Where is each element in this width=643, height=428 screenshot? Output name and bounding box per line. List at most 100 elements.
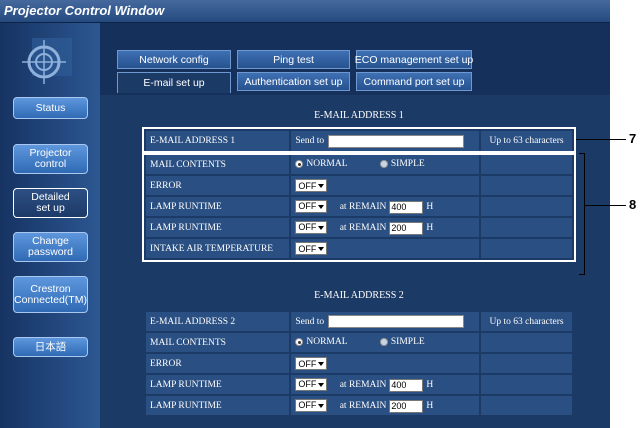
sidebar: Status Projector control Detailed set up…	[0, 23, 100, 428]
at-remain-label: at REMAIN	[339, 380, 387, 390]
callout-8-line	[585, 205, 626, 206]
dropdown-arrow-icon	[318, 362, 325, 366]
send-to-label: Send to	[295, 316, 325, 327]
error-label: ERROR	[146, 176, 290, 195]
lamp-runtime-row-2: LAMP RUNTIME OFF at REMAIN 200 H	[146, 218, 572, 237]
lamp-runtime-select[interactable]: OFF	[295, 377, 328, 391]
tab-bar: Network config Ping test ECO management …	[100, 23, 610, 95]
intake-air-temperature-label: INTAKE AIR TEMPERATURE	[146, 239, 290, 258]
dropdown-arrow-icon	[318, 204, 325, 209]
projector-logo-icon	[22, 38, 72, 84]
lamp-runtime-label: LAMP RUNTIME	[146, 218, 290, 237]
lamp-runtime-select-value: OFF	[298, 379, 317, 389]
dropdown-arrow-icon	[318, 382, 325, 387]
at-remain-label: at REMAIN	[339, 401, 387, 411]
radio-icon	[379, 159, 388, 168]
callout-8-label: 8	[629, 197, 637, 212]
email-address-2-row: E-MAIL ADDRESS 2 Send to Up to 63 charac…	[146, 312, 572, 331]
error-select-value: OFF	[298, 180, 317, 191]
tab-command-port-set-up[interactable]: Command port set up	[356, 72, 472, 91]
error-row: ERROR OFF	[146, 354, 572, 373]
email-address-1-row: E-MAIL ADDRESS 1 Send to Up to 63 charac…	[142, 127, 576, 155]
tab-authentication-set-up[interactable]: Authentication set up	[237, 72, 350, 91]
mail-contents-row: MAIL CONTENTS NORMAL SIMPLE	[146, 155, 572, 174]
email-1-options: MAIL CONTENTS NORMAL SIMPLE ERROR OFF LA…	[142, 151, 576, 262]
radio-icon	[379, 337, 388, 346]
lamp-runtime-select-value: OFF	[298, 400, 317, 410]
sidebar-item-crestron-connected[interactable]: Crestron Connected(TM)	[13, 276, 88, 313]
remain-hours-input[interactable]: 400	[389, 378, 424, 392]
intake-select-value: OFF	[298, 243, 317, 254]
error-select[interactable]: OFF	[295, 179, 328, 192]
email-address-2-label: E-MAIL ADDRESS 2	[146, 312, 290, 331]
tab-email-set-up[interactable]: E-mail set up	[117, 72, 231, 93]
section-title-1: E-MAIL ADDRESS 1	[314, 110, 404, 121]
remain-hours-input[interactable]: 400	[389, 200, 424, 214]
char-limit-label: Up to 63 characters	[481, 312, 572, 331]
simple-label: SIMPLE	[390, 336, 425, 347]
normal-label: NORMAL	[306, 336, 348, 347]
email-address-2-input[interactable]	[328, 315, 465, 328]
hours-unit: H	[426, 380, 434, 390]
simple-radio[interactable]: SIMPLE	[379, 158, 425, 169]
sidebar-item-projector-control[interactable]: Projector control	[13, 144, 88, 174]
title-bar: Projector Control Window	[0, 0, 610, 23]
char-limit-label: Up to 63 characters	[481, 131, 572, 151]
tab-eco-management[interactable]: ECO management set up	[355, 50, 473, 69]
intake-air-temperature-row: INTAKE AIR TEMPERATURE OFF	[146, 239, 572, 258]
lamp-runtime-label: LAMP RUNTIME	[146, 197, 290, 216]
error-select[interactable]: OFF	[295, 357, 328, 370]
remain-hours-input[interactable]: 200	[389, 399, 424, 413]
lamp-runtime-select[interactable]: OFF	[295, 199, 328, 213]
sidebar-item-japanese[interactable]: 日本語	[13, 337, 88, 357]
mail-contents-label: MAIL CONTENTS	[146, 155, 290, 174]
mail-contents-label: MAIL CONTENTS	[146, 333, 290, 352]
normal-radio[interactable]: NORMAL	[295, 158, 348, 169]
callout-7-label: 7	[629, 131, 637, 146]
dropdown-arrow-icon	[318, 403, 325, 408]
sidebar-item-detailed-set-up[interactable]: Detailed set up	[13, 188, 88, 218]
lamp-runtime-select-value: OFF	[298, 222, 317, 232]
sidebar-item-status[interactable]: Status	[13, 97, 88, 119]
hours-unit: H	[426, 202, 434, 212]
simple-label: SIMPLE	[390, 158, 425, 169]
lamp-runtime-label: LAMP RUNTIME	[146, 375, 290, 394]
window-title: Projector Control Window	[4, 3, 165, 18]
projector-control-window: Projector Control Window Status Projecto…	[0, 0, 610, 428]
error-select-value: OFF	[298, 358, 317, 369]
send-to-label: Send to	[295, 136, 325, 146]
at-remain-label: at REMAIN	[339, 202, 387, 212]
lamp-runtime-row-1: LAMP RUNTIME OFF at REMAIN 400 H	[146, 197, 572, 216]
hours-unit: H	[426, 401, 434, 411]
section-title-2: E-MAIL ADDRESS 2	[314, 290, 404, 301]
email-address-1-label: E-MAIL ADDRESS 1	[146, 131, 290, 151]
email-2-options: E-MAIL ADDRESS 2 Send to Up to 63 charac…	[144, 310, 574, 417]
callout-8-bracket	[579, 153, 585, 275]
normal-label: NORMAL	[306, 158, 348, 169]
dropdown-arrow-icon	[318, 247, 325, 251]
mail-contents-row: MAIL CONTENTS NORMAL SIMPLE	[146, 333, 572, 352]
lamp-runtime-row-1: LAMP RUNTIME OFF at REMAIN 400 H	[146, 375, 572, 394]
tab-ping-test[interactable]: Ping test	[237, 50, 350, 69]
tab-network-config[interactable]: Network config	[117, 50, 231, 69]
error-label: ERROR	[146, 354, 290, 373]
at-remain-label: at REMAIN	[339, 223, 387, 233]
lamp-runtime-select[interactable]: OFF	[295, 398, 328, 412]
email-address-1-input[interactable]	[328, 134, 465, 148]
remain-hours-input[interactable]: 200	[389, 221, 424, 235]
lamp-runtime-select[interactable]: OFF	[295, 220, 328, 234]
hours-unit: H	[426, 223, 434, 233]
radio-selected-icon	[295, 337, 304, 346]
radio-selected-icon	[295, 159, 304, 168]
simple-radio[interactable]: SIMPLE	[379, 336, 425, 347]
dropdown-arrow-icon	[318, 225, 325, 230]
sidebar-item-change-password[interactable]: Change password	[13, 232, 88, 262]
email-settings-panel: E-MAIL ADDRESS 1 E-MAIL ADDRESS 1 Send t…	[100, 95, 610, 428]
dropdown-arrow-icon	[318, 184, 325, 188]
callout-7-line	[576, 139, 626, 140]
normal-radio[interactable]: NORMAL	[295, 336, 348, 347]
lamp-runtime-label: LAMP RUNTIME	[146, 396, 290, 415]
error-row: ERROR OFF	[146, 176, 572, 195]
lamp-runtime-row-2: LAMP RUNTIME OFF at REMAIN 200 H	[146, 396, 572, 415]
intake-air-temperature-select[interactable]: OFF	[295, 242, 328, 255]
